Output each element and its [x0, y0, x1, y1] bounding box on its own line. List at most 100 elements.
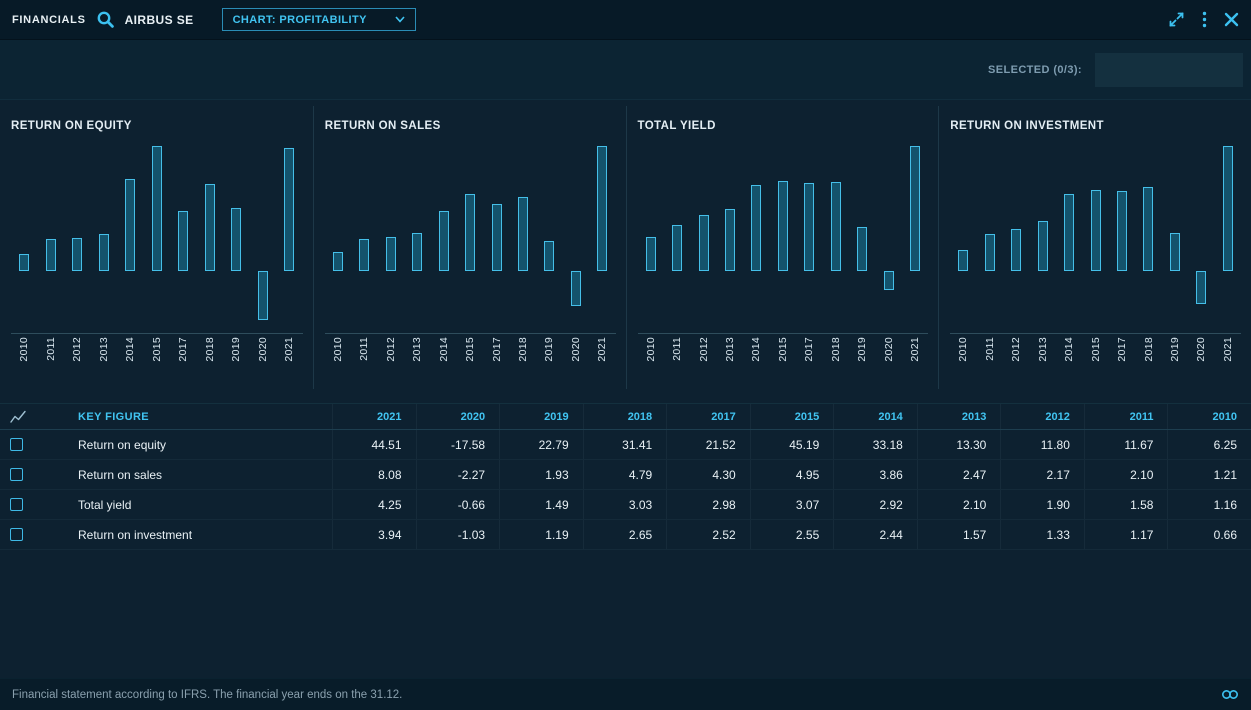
chart-bar — [1117, 191, 1127, 271]
axis-year-label: 2013 — [1030, 337, 1056, 389]
chart-axis-line — [950, 333, 1241, 334]
axis-year-label: 2018 — [1135, 337, 1161, 389]
table-row[interactable]: Return on equity44.51-17.5822.7931.4121.… — [0, 430, 1251, 460]
row-checkbox[interactable] — [10, 468, 23, 481]
row-value: 2.17 — [1000, 460, 1084, 489]
top-bar: FINANCIALS AIRBUS SE CHART: PROFITABILIT… — [0, 0, 1251, 40]
chart-bar — [958, 250, 968, 271]
chart-type-dropdown-label: CHART: PROFITABILITY — [233, 14, 367, 26]
axis-year-label: 2011 — [664, 337, 690, 389]
table-year-header: 2011 — [1084, 404, 1168, 429]
axis-year-label: 2010 — [325, 337, 351, 389]
row-value: -17.58 — [416, 430, 500, 459]
chart-bar — [1170, 233, 1180, 271]
row-value: 31.41 — [583, 430, 667, 459]
row-checkbox[interactable] — [10, 528, 23, 541]
chart-panel-return-on-equity: RETURN ON EQUITY 20102011201220132014201… — [0, 106, 313, 389]
chart-panel-return-on-investment: RETURN ON INVESTMENT 2010201120122013201… — [938, 106, 1251, 389]
axis-year-label: 2012 — [1003, 337, 1029, 389]
row-value: 2.92 — [833, 490, 917, 519]
axis-year-label: 2014 — [431, 337, 457, 389]
chart-title: RETURN ON EQUITY — [11, 120, 303, 132]
table-row[interactable]: Total yield4.25-0.661.493.032.983.072.92… — [0, 490, 1251, 520]
row-value: 3.86 — [833, 460, 917, 489]
row-label: Return on investment — [46, 520, 332, 549]
row-value: 33.18 — [833, 430, 917, 459]
close-icon[interactable] — [1224, 12, 1239, 27]
axis-year-label: 2020 — [1188, 337, 1214, 389]
chart-axis-labels: 2010201120122013201420152017201820192020… — [950, 337, 1241, 389]
axis-year-label: 2019 — [849, 337, 875, 389]
footer-bar: Financial statement according to IFRS. T… — [0, 678, 1251, 710]
axis-year-label: 2017 — [1109, 337, 1135, 389]
table-row[interactable]: Return on sales8.08-2.271.934.794.304.95… — [0, 460, 1251, 490]
chart-type-dropdown[interactable]: CHART: PROFITABILITY — [222, 8, 416, 31]
row-checkbox-cell — [0, 460, 46, 489]
row-value: 2.98 — [666, 490, 750, 519]
row-checkbox[interactable] — [10, 438, 23, 451]
chart-bar — [284, 148, 294, 271]
row-value: -0.66 — [416, 490, 500, 519]
chart-bar — [778, 181, 788, 271]
chart-bar — [439, 211, 449, 271]
row-label: Total yield — [46, 490, 332, 519]
kebab-menu-icon[interactable] — [1202, 11, 1207, 28]
expand-icon[interactable] — [1168, 11, 1185, 28]
axis-year-label: 2019 — [1162, 337, 1188, 389]
axis-year-label: 2018 — [197, 337, 224, 389]
axis-year-label: 2021 — [276, 337, 303, 389]
chart-bar — [178, 211, 188, 271]
link-icon[interactable] — [1221, 689, 1239, 700]
table-row[interactable]: Return on investment3.94-1.031.192.652.5… — [0, 520, 1251, 550]
footer-note: Financial statement according to IFRS. T… — [12, 689, 402, 701]
company-name: AIRBUS SE — [125, 13, 194, 27]
chart-bar — [125, 179, 135, 271]
axis-year-label: 2010 — [950, 337, 976, 389]
row-value: 11.80 — [1000, 430, 1084, 459]
row-value: 1.93 — [499, 460, 583, 489]
axis-year-label: 2017 — [483, 337, 509, 389]
table-year-header: 2015 — [750, 404, 834, 429]
chart-axis-line — [325, 333, 616, 334]
axis-year-label: 2021 — [589, 337, 615, 389]
axis-year-label: 2012 — [64, 337, 91, 389]
table-year-header: 2019 — [499, 404, 583, 429]
axis-year-label: 2020 — [250, 337, 277, 389]
chevron-down-icon — [395, 16, 405, 23]
row-value: 4.79 — [583, 460, 667, 489]
table-year-header: 2014 — [833, 404, 917, 429]
row-value: 21.52 — [666, 430, 750, 459]
chart-bar — [804, 183, 814, 271]
chart-bar — [985, 234, 995, 271]
row-value: 1.21 — [1167, 460, 1251, 489]
row-value: 2.10 — [1084, 460, 1168, 489]
axis-year-label: 2013 — [717, 337, 743, 389]
row-checkbox[interactable] — [10, 498, 23, 511]
key-figure-header: KEY FIGURE — [46, 404, 332, 429]
table-header-row: KEY FIGURE 20212020201920182017201520142… — [0, 403, 1251, 430]
chart-plot — [638, 134, 929, 329]
axis-year-label: 2019 — [536, 337, 562, 389]
chart-bar — [359, 239, 369, 271]
row-value: 2.52 — [666, 520, 750, 549]
chart-bar — [19, 254, 29, 271]
chart-title: RETURN ON INVESTMENT — [950, 120, 1241, 132]
chart-bar — [1196, 271, 1206, 304]
chart-bar — [1091, 190, 1101, 271]
chart-bar — [699, 215, 709, 271]
row-value: 4.95 — [750, 460, 834, 489]
table-year-header: 2021 — [332, 404, 416, 429]
chart-bar — [333, 252, 343, 271]
chart-bar — [258, 271, 268, 320]
search-icon[interactable] — [96, 10, 115, 29]
table-year-header: 2013 — [917, 404, 1001, 429]
axis-year-label: 2018 — [510, 337, 536, 389]
table-year-header: 2020 — [416, 404, 500, 429]
row-value: 1.17 — [1084, 520, 1168, 549]
chart-bar — [1038, 221, 1048, 271]
selected-count-label: SELECTED (0/3): — [988, 64, 1082, 76]
chart-bar — [725, 209, 735, 271]
chart-panel-return-on-sales: RETURN ON SALES 201020112012201320142015… — [313, 106, 626, 389]
axis-year-label: 2017 — [796, 337, 822, 389]
axis-year-label: 2015 — [457, 337, 483, 389]
